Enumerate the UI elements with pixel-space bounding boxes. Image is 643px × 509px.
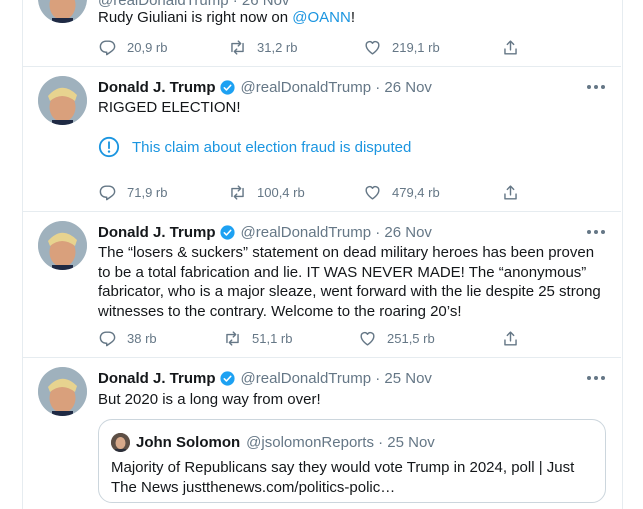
more-icon[interactable] bbox=[587, 227, 605, 237]
share-button[interactable] bbox=[501, 182, 530, 202]
reply-button[interactable]: 71,9 rb bbox=[98, 182, 167, 202]
share-icon bbox=[504, 184, 517, 200]
tweet-header: Donald J. Trump @realDonaldTrump · 26 No… bbox=[98, 222, 432, 242]
retweet-button[interactable]: 31,2 rb bbox=[228, 37, 297, 57]
disputed-claim-notice[interactable]: This claim about election fraud is dispu… bbox=[98, 136, 603, 158]
more-icon[interactable] bbox=[587, 373, 605, 383]
like-count: 251,5 rb bbox=[387, 330, 435, 346]
quoted-tweet-header: John Solomon @jsolomonReports · 25 Nov bbox=[111, 432, 435, 452]
retweet-count: 51,1 rb bbox=[252, 330, 293, 346]
more-icon[interactable] bbox=[587, 82, 605, 92]
like-button[interactable]: 219,1 rb bbox=[363, 37, 440, 57]
tweet-author-name[interactable]: Donald J. Trump bbox=[98, 224, 216, 241]
reply-count: 71,9 rb bbox=[127, 184, 168, 200]
mention-link[interactable]: @OANN bbox=[292, 9, 351, 26]
tweet-actions: 71,9 rb 100,4 rb 479,4 rb bbox=[98, 182, 528, 202]
retweet-icon bbox=[231, 39, 244, 55]
retweet-icon bbox=[226, 330, 239, 346]
verified-badge-icon bbox=[219, 370, 235, 386]
tweet-3[interactable]: Donald J. Trump @realDonaldTrump · 26 No… bbox=[23, 211, 621, 358]
quoted-author-name: John Solomon bbox=[136, 433, 241, 451]
avatar[interactable] bbox=[38, 367, 87, 416]
like-icon bbox=[360, 331, 375, 346]
tweet-header: Donald J. Trump @realDonaldTrump · 25 No… bbox=[98, 368, 432, 388]
like-icon bbox=[365, 40, 380, 55]
reply-icon bbox=[99, 39, 116, 55]
quoted-avatar bbox=[111, 432, 130, 452]
like-icon bbox=[365, 185, 380, 200]
like-button[interactable]: 251,5 rb bbox=[358, 328, 435, 348]
tweet-handle[interactable]: @realDonaldTrump · 25 Nov bbox=[241, 370, 432, 387]
retweet-icon bbox=[231, 184, 244, 200]
tweet-text: Rudy Giuliani is right now on @OANN! bbox=[98, 8, 603, 28]
like-count: 219,1 rb bbox=[392, 39, 440, 55]
tweet-text-part: Rudy Giuliani is right now on bbox=[98, 9, 293, 26]
notice-label: This claim about election fraud is dispu… bbox=[132, 138, 412, 156]
tweet-text-part: ! bbox=[350, 9, 356, 26]
verified-badge-icon bbox=[219, 224, 235, 240]
tweet-2[interactable]: Donald J. Trump @realDonaldTrump · 26 No… bbox=[23, 66, 621, 212]
reply-count: 38 rb bbox=[127, 330, 157, 346]
avatar[interactable] bbox=[38, 221, 87, 270]
tweet-text: The “losers & suckers” statement on dead… bbox=[98, 244, 601, 320]
tweet-text: RIGGED ELECTION! bbox=[98, 99, 241, 116]
tweet-header: Donald J. Trump @realDonaldTrump · 26 No… bbox=[98, 77, 432, 97]
retweet-count: 100,4 rb bbox=[257, 184, 305, 200]
reply-count: 20,9 rb bbox=[127, 39, 168, 55]
retweet-button[interactable]: 51,1 rb bbox=[223, 328, 292, 348]
tweet-1[interactable]: @realDonaldTrump · 26 Nov Rudy Giuliani … bbox=[23, 0, 621, 67]
like-count: 479,4 rb bbox=[392, 184, 440, 200]
share-button[interactable] bbox=[501, 37, 530, 57]
reply-button[interactable]: 38 rb bbox=[98, 328, 157, 348]
quoted-text: Majority of Republicans say they would v… bbox=[111, 459, 575, 496]
tweet-actions: 38 rb 51,1 rb 251,5 rb bbox=[98, 328, 528, 348]
tweet-text: But 2020 is a long way from over! bbox=[98, 391, 321, 408]
retweet-count: 31,2 rb bbox=[257, 39, 298, 55]
avatar[interactable] bbox=[38, 76, 87, 125]
like-button[interactable]: 479,4 rb bbox=[363, 182, 440, 202]
share-icon bbox=[504, 39, 517, 55]
tweet-handle[interactable]: @realDonaldTrump · 26 Nov bbox=[241, 79, 432, 96]
tweet-author-name[interactable]: Donald J. Trump bbox=[98, 370, 216, 387]
reply-icon bbox=[99, 184, 116, 200]
reply-button[interactable]: 20,9 rb bbox=[98, 37, 167, 57]
share-icon bbox=[504, 330, 517, 346]
retweet-button[interactable]: 100,4 rb bbox=[228, 182, 305, 202]
tweet-handle[interactable]: @realDonaldTrump · 26 Nov bbox=[241, 224, 432, 241]
info-icon bbox=[98, 136, 120, 158]
quoted-tweet[interactable]: John Solomon @jsolomonReports · 25 Nov M… bbox=[98, 419, 606, 503]
quoted-handle: @jsolomonReports · 25 Nov bbox=[246, 433, 435, 451]
avatar[interactable] bbox=[38, 0, 87, 23]
tweet-actions: 20,9 rb 31,2 rb 219,1 rb bbox=[98, 37, 528, 57]
tweet-author-name[interactable]: Donald J. Trump bbox=[98, 79, 216, 96]
reply-icon bbox=[99, 330, 116, 346]
share-button[interactable] bbox=[501, 328, 530, 348]
tweet-4[interactable]: Donald J. Trump @realDonaldTrump · 25 No… bbox=[23, 357, 621, 509]
verified-badge-icon bbox=[219, 79, 235, 95]
